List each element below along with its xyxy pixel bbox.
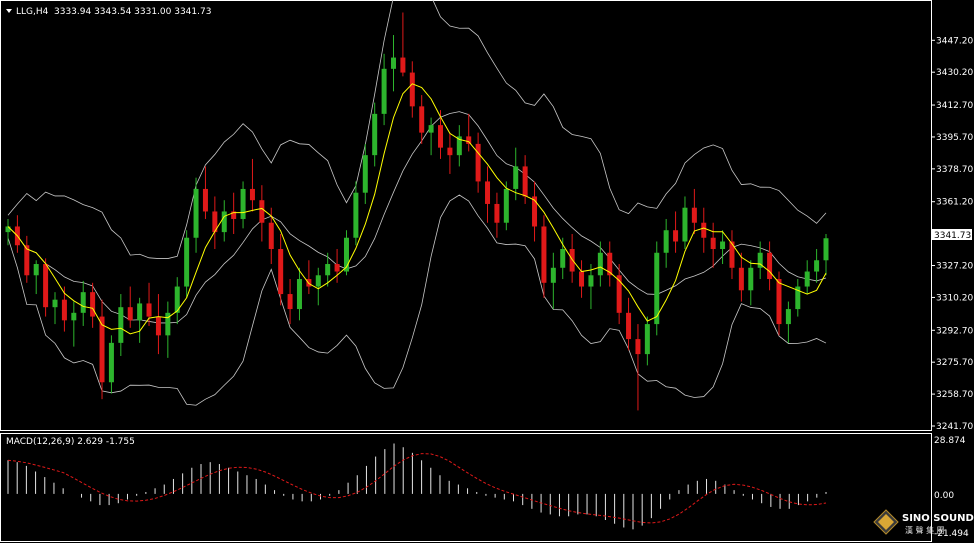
- candle-body: [381, 68, 387, 114]
- candle-body: [419, 106, 425, 133]
- candle-body: [710, 237, 716, 250]
- candle-body: [278, 249, 284, 295]
- candle-body: [372, 113, 378, 156]
- symbol-label: LLG,H4: [16, 7, 49, 17]
- candle-body: [249, 188, 255, 201]
- candle-body: [287, 294, 293, 310]
- dropdown-triangle-icon[interactable]: [6, 9, 12, 13]
- price-tick-label: 3275.70: [936, 358, 973, 368]
- candle-body: [541, 226, 547, 283]
- candle-body: [673, 230, 679, 242]
- price-tick-label: 3310.20: [936, 293, 973, 303]
- candle-body: [588, 275, 594, 287]
- candle-body: [522, 166, 528, 197]
- price-tick-label: 3241.70: [936, 422, 973, 432]
- candle-body: [466, 136, 472, 144]
- candle-body: [485, 181, 491, 204]
- candle-body: [560, 249, 566, 268]
- candle-body: [494, 203, 500, 223]
- price-tick-label: 3395.70: [936, 133, 973, 143]
- candle-body: [296, 279, 302, 310]
- candle-body: [776, 279, 782, 325]
- price-tick-label: 3378.70: [936, 165, 973, 175]
- candle-body: [390, 57, 396, 69]
- candle-body: [90, 292, 96, 317]
- candle-body: [701, 222, 707, 238]
- candle-body: [513, 166, 519, 189]
- candle-body: [108, 342, 114, 383]
- candle-body: [325, 264, 331, 276]
- candle-body: [52, 299, 58, 308]
- candle-body: [550, 267, 556, 283]
- candle-body: [118, 307, 124, 343]
- macd-signal-line: [7, 453, 827, 524]
- candle-body: [61, 299, 67, 321]
- candle-body: [146, 303, 152, 317]
- price-tick-label: 3292.70: [936, 326, 973, 336]
- candle-body: [137, 303, 143, 321]
- candle-body: [635, 339, 641, 355]
- candle-body: [362, 155, 368, 193]
- macd-histogram: [7, 443, 827, 530]
- candle-body: [804, 271, 810, 287]
- candle-body: [33, 264, 39, 276]
- candle-body: [127, 307, 133, 321]
- candle-body: [71, 312, 77, 321]
- candle-body: [691, 207, 697, 223]
- candle-body: [447, 147, 453, 156]
- price-tick-label: 3430.20: [936, 68, 973, 78]
- price-tick-label: 3327.20: [936, 262, 973, 272]
- candle-body: [503, 188, 509, 223]
- candle-body: [663, 230, 669, 253]
- candle-body: [99, 316, 105, 383]
- candle-body: [184, 237, 190, 287]
- price-chart[interactable]: 3447.20 3430.20 3412.70 3395.70 3378.70 3361.…: [0, 0, 974, 543]
- macd-tick-top: 28.874: [934, 436, 966, 446]
- macd-panel-frame: [0, 433, 932, 542]
- price-tick-label: 3412.70: [936, 101, 973, 111]
- bollinger-bands: [7, 0, 827, 406]
- candle-body: [5, 226, 11, 233]
- ohlc-readout: 3333.94 3343.54 3331.00 3341.73: [54, 7, 211, 17]
- candle-body: [334, 264, 340, 272]
- logo-sub-text: 漢 聲 集 團: [905, 525, 945, 535]
- candle-body: [43, 264, 49, 308]
- candle-body: [579, 271, 585, 287]
- candle-body: [80, 292, 86, 313]
- candle-body: [475, 143, 481, 182]
- candle-body: [193, 188, 199, 238]
- candle-body: [259, 200, 265, 223]
- candle-body: [428, 125, 434, 133]
- candle-body: [409, 72, 415, 107]
- candle-body: [720, 241, 726, 250]
- price-tick-label: 3361.20: [936, 198, 973, 208]
- candles: [5, 12, 829, 411]
- candle-body: [268, 222, 274, 250]
- price-tick-label: 3258.70: [936, 390, 973, 400]
- candle-body: [221, 211, 227, 233]
- candle-body: [767, 252, 773, 280]
- candle-body: [240, 188, 246, 219]
- candle-body: [155, 316, 161, 336]
- candle-body: [748, 267, 754, 291]
- candle-body: [644, 324, 650, 355]
- macd-label: MACD(12,26,9) 2.629 -1.755: [6, 437, 135, 447]
- candle-body: [823, 238, 829, 261]
- candle-body: [438, 125, 444, 148]
- candle-body: [202, 188, 208, 212]
- main-panel-frame: [0, 0, 932, 431]
- current-price-label: 3341.73: [934, 231, 971, 241]
- candle-body: [814, 260, 820, 272]
- logo-brand-text: SINO SOUND: [902, 513, 974, 524]
- candle-body: [682, 207, 688, 242]
- candle-body: [626, 312, 632, 340]
- macd-tick-zero: 0.00: [934, 491, 954, 501]
- price-tick-label: 3447.20: [936, 36, 973, 46]
- candle-body: [597, 252, 603, 276]
- candle-body: [315, 275, 321, 287]
- candle-body: [400, 57, 406, 73]
- candle-body: [785, 309, 791, 325]
- candle-body: [353, 192, 359, 238]
- candle-body: [738, 267, 744, 291]
